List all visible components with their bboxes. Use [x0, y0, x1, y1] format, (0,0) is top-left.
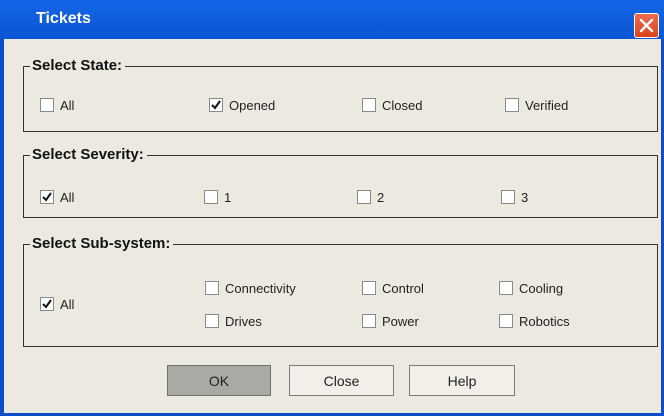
checkbox-box [499, 314, 513, 328]
subsystem-group: Select Sub-system: All Connectivity Cont… [23, 234, 658, 347]
state-opened-checkbox[interactable]: Opened [209, 97, 275, 113]
checkbox-box [357, 190, 371, 204]
ok-button[interactable]: OK [167, 365, 271, 396]
checkbox-box [501, 190, 515, 204]
checkbox-label: All [60, 189, 75, 205]
subsystem-legend: Select Sub-system: [30, 234, 174, 254]
state-all-checkbox[interactable]: All [40, 97, 74, 113]
state-group: Select State: All Opened Closed Verified [23, 56, 658, 132]
severity-all-checkbox[interactable]: All [40, 189, 74, 205]
close-button[interactable]: Close [289, 365, 394, 396]
checkbox-box [204, 190, 218, 204]
severity-1-checkbox[interactable]: 1 [204, 189, 231, 205]
subsystem-connectivity-checkbox[interactable]: Connectivity [205, 280, 296, 296]
checkbox-label: Verified [525, 97, 569, 113]
checkbox-box [40, 98, 54, 112]
checkbox-label: Power [382, 313, 419, 329]
checkbox-box [362, 98, 376, 112]
state-legend: Select State: [30, 56, 126, 76]
checkbox-box [209, 98, 223, 112]
checkbox-label: Connectivity [225, 280, 296, 296]
window-title: Tickets [36, 10, 91, 27]
checkbox-label: Opened [229, 97, 276, 113]
checkbox-label: 1 [224, 189, 232, 205]
checkbox-box [205, 314, 219, 328]
severity-group: Select Severity: All 1 2 3 [23, 145, 658, 218]
check-icon [42, 192, 52, 202]
check-icon [42, 299, 52, 309]
checkbox-box [40, 297, 54, 311]
checkbox-label: Control [382, 280, 424, 296]
state-closed-checkbox[interactable]: Closed [362, 97, 422, 113]
checkbox-box [362, 281, 376, 295]
severity-legend: Select Severity: [30, 145, 147, 165]
severity-3-checkbox[interactable]: 3 [501, 189, 528, 205]
checkbox-label: Cooling [519, 280, 564, 296]
dialog-body: Select State: All Opened Closed Verified… [4, 39, 661, 413]
severity-2-checkbox[interactable]: 2 [357, 189, 384, 205]
title-bar: Tickets [0, 0, 664, 39]
checkbox-label: 3 [521, 189, 529, 205]
state-verified-checkbox[interactable]: Verified [505, 97, 568, 113]
tickets-dialog: Tickets Select State: All Opened Closed [0, 0, 664, 416]
window-close-button[interactable] [634, 13, 659, 38]
checkbox-box [499, 281, 513, 295]
subsystem-all-checkbox[interactable]: All [40, 296, 74, 312]
subsystem-power-checkbox[interactable]: Power [362, 313, 419, 329]
help-button[interactable]: Help [409, 365, 515, 396]
checkbox-label: Closed [382, 97, 423, 113]
checkbox-box [205, 281, 219, 295]
checkbox-box [505, 98, 519, 112]
subsystem-control-checkbox[interactable]: Control [362, 280, 424, 296]
subsystem-robotics-checkbox[interactable]: Robotics [499, 313, 570, 329]
subsystem-cooling-checkbox[interactable]: Cooling [499, 280, 563, 296]
checkbox-label: 2 [377, 189, 385, 205]
checkbox-box [40, 190, 54, 204]
checkbox-box [362, 314, 376, 328]
check-icon [211, 100, 221, 110]
checkbox-label: Robotics [519, 313, 570, 329]
checkbox-label: All [60, 296, 75, 312]
checkbox-label: Drives [225, 313, 262, 329]
checkbox-label: All [60, 97, 75, 113]
close-icon [639, 18, 654, 33]
subsystem-drives-checkbox[interactable]: Drives [205, 313, 262, 329]
